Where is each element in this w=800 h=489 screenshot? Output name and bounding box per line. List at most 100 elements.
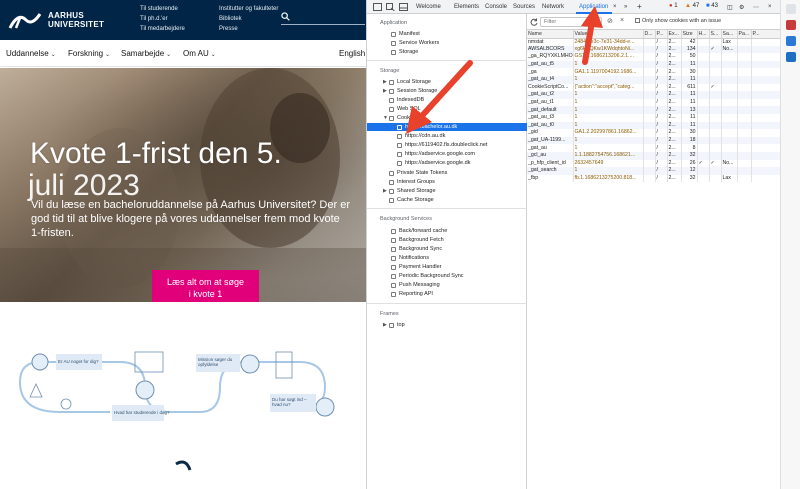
hero-cta-button[interactable]: Læs alt om at søge i kvote 1 xyxy=(152,270,259,302)
table-row[interactable]: _p_hfp_client_id 2632457649/2... 26 ✓ ✓ No... xyxy=(527,159,782,168)
tree-session-storage[interactable]: ▶ Session Storage xyxy=(383,87,437,95)
table-row[interactable]: _gat_au_t1 1 /2... 11 xyxy=(527,98,782,107)
shopping-icon[interactable] xyxy=(786,20,796,30)
outlook-icon[interactable] xyxy=(786,36,796,46)
tree-cookie-site-bachelor[interactable]: https://bachelor.au.dk xyxy=(367,123,527,131)
only-issue-checkbox[interactable]: Only show cookies with an issue xyxy=(635,18,721,24)
close-devtools-icon[interactable]: × xyxy=(768,4,772,10)
table-row[interactable]: _ga GA1.1.1197004192.1686... /2... 30 xyxy=(527,68,782,76)
column-header[interactable]: Pa... xyxy=(737,30,752,39)
column-header[interactable]: D... xyxy=(643,30,656,39)
more-tabs-icon[interactable]: » xyxy=(624,4,627,10)
table-row[interactable]: CookieScriptCo... {"action":"accept","cat… xyxy=(527,83,782,92)
tree-manifest[interactable]: Manifest xyxy=(391,30,420,38)
table-row[interactable]: _gid GA1.2.202997861.16862... /2... 30 xyxy=(527,129,782,137)
column-header[interactable]: Ex... xyxy=(667,30,682,39)
header-link-students[interactable]: Til studerende xyxy=(140,5,178,13)
nav-item-uddannelse[interactable]: Uddannelse ⌄ xyxy=(6,49,56,58)
logo-text[interactable]: AARHUS UNIVERSITET xyxy=(48,11,104,29)
tree-storage[interactable]: Storage xyxy=(391,48,418,56)
tree-cookie-site-doubleclick[interactable]: https://6119402.fls.doubleclick.net xyxy=(397,141,487,149)
tree-background-fetch[interactable]: Background Fetch xyxy=(391,236,444,244)
column-header[interactable]: Size xyxy=(681,30,698,39)
tree-payment-handler[interactable]: Payment Handler xyxy=(391,263,442,271)
tree-reporting-api[interactable]: Reporting API xyxy=(391,290,433,298)
table-row[interactable]: _fbp fb.1.1686213275200.818... /2... 32 Lax xyxy=(527,174,782,183)
tree-local-storage[interactable]: ▶ Local Storage xyxy=(383,78,431,86)
table-row[interactable]: _gat_search 1 /2... 12 xyxy=(527,167,782,175)
header-link-phd[interactable]: Til ph.d.'er xyxy=(140,15,168,23)
close-tab-icon[interactable]: × xyxy=(613,4,617,10)
column-header[interactable]: P... xyxy=(655,30,668,39)
table-row[interactable]: _gat_au_t2 1 /2... 11 xyxy=(527,91,782,99)
search-icon[interactable] xyxy=(786,4,796,14)
tree-interest-groups[interactable]: Interest Groups xyxy=(389,178,435,186)
au-logo-icon[interactable] xyxy=(6,8,46,32)
table-row[interactable]: _gat_default 1 /2... 13 xyxy=(527,106,782,114)
tab-console[interactable]: Console xyxy=(485,4,507,10)
tree-cookies[interactable]: ▼ Cookies xyxy=(383,114,417,122)
tree-private-state-tokens[interactable]: Private State Tokens xyxy=(389,169,447,177)
cookie-filter-input[interactable]: Filter xyxy=(540,17,602,27)
table-row[interactable]: _gat_au_t0 1 /2... 11 xyxy=(527,121,782,130)
column-header[interactable]: P... xyxy=(751,30,782,39)
tree-periodic-background-sync[interactable]: Periodic Background Sync xyxy=(391,272,464,280)
tree-push-messaging[interactable]: Push Messaging xyxy=(391,281,440,289)
table-cell: 2... xyxy=(667,167,682,175)
tree-cookie-site-cdn[interactable]: https://cdn.au.dk xyxy=(397,132,445,140)
feedback-icon[interactable]: ◫ xyxy=(727,4,733,11)
header-link-press[interactable]: Presse xyxy=(219,25,238,33)
column-header[interactable]: H... xyxy=(697,30,710,39)
tree-bfcache[interactable]: Back/forward cache xyxy=(391,227,447,235)
nav-item-forskning[interactable]: Forskning ⌄ xyxy=(68,49,110,58)
column-header[interactable]: Name xyxy=(527,30,574,39)
nav-item-samarbejde[interactable]: Samarbejde ⌄ xyxy=(121,49,171,58)
tree-indexeddb[interactable]: IndexedDB xyxy=(389,96,424,104)
column-header[interactable]: Sa... xyxy=(721,30,738,39)
tree-cache-storage[interactable]: Cache Storage xyxy=(389,196,434,204)
table-row[interactable]: _gcl_au 1.1.1882754756.168621... /2... 32 xyxy=(527,151,782,160)
column-header[interactable]: S... xyxy=(709,30,722,39)
tree-cookie-site-adservice-dk[interactable]: https://adservice.google.dk xyxy=(397,159,470,167)
gear-icon[interactable]: ⚙ xyxy=(739,4,744,11)
table-row[interactable]: _gat_au 1 /2... 8 xyxy=(527,144,782,152)
refresh-icon[interactable] xyxy=(530,18,538,26)
table-row[interactable]: AWSALBCORS xg6H3QKw1KWdqhtoNi... /2... 134 ✓… xyxy=(527,45,782,54)
header-link-library[interactable]: Bibliotek xyxy=(219,15,242,23)
tab-application[interactable]: Application xyxy=(579,4,608,10)
tree-notifications[interactable]: Notifications xyxy=(391,254,429,262)
delete-all-icon[interactable]: × xyxy=(620,17,624,24)
info-badge[interactable]: ■ 43 xyxy=(706,3,718,9)
tree-service-workers[interactable]: Service Workers xyxy=(391,39,439,47)
drawer-icon[interactable] xyxy=(399,3,408,11)
table-row[interactable]: _gat_UA-1199... 1 /2... 18 xyxy=(527,136,782,145)
tab-welcome[interactable]: Welcome xyxy=(416,4,441,10)
header-search-input[interactable] xyxy=(281,11,365,25)
header-link-staff[interactable]: Til medarbejdere xyxy=(140,25,185,33)
table-row[interactable]: _gat_au_t3 1 /2... 11 xyxy=(527,113,782,122)
tab-sources[interactable]: Sources xyxy=(513,4,535,10)
more-options-icon[interactable]: ⋯ xyxy=(753,4,759,11)
table-row[interactable]: _ga_RQYXKLMHO5 GS1.1.1686213206.2.1.... /2… xyxy=(527,53,782,61)
column-header[interactable]: Value xyxy=(573,30,644,39)
tree-shared-storage[interactable]: ▶ Shared Storage xyxy=(383,187,436,195)
nav-language-link[interactable]: English xyxy=(339,49,365,58)
inspect-icon[interactable] xyxy=(386,3,395,11)
header-link-institutes[interactable]: Institutter og fakulteter xyxy=(219,5,278,13)
tree-background-sync[interactable]: Background Sync xyxy=(391,245,442,253)
office-icon[interactable] xyxy=(786,52,796,62)
table-row[interactable]: nmstat 2484-4e3c-7e31-34dd-e... /2... 42 Lax xyxy=(527,38,782,46)
tab-elements[interactable]: Elements xyxy=(454,4,479,10)
clear-filtered-icon[interactable]: ⊘ xyxy=(607,17,613,25)
tree-web-sql[interactable]: Web SQL xyxy=(389,105,421,113)
device-toolbar-icon[interactable] xyxy=(373,3,382,11)
warning-badge[interactable]: ▲ 47 xyxy=(685,3,699,9)
tree-frame-top[interactable]: ▶ top xyxy=(383,321,405,329)
table-row[interactable]: _gat_au_t5 1 /2... 11 xyxy=(527,60,782,69)
table-row[interactable]: _gat_au_t4 1 /2... 11 xyxy=(527,75,782,84)
tab-network[interactable]: Network xyxy=(542,4,564,10)
add-tab-icon[interactable]: + xyxy=(637,2,642,11)
tree-cookie-site-adservice-com[interactable]: https://adservice.google.com xyxy=(397,150,475,158)
nav-item-om-au[interactable]: Om AU ⌄ xyxy=(183,49,216,58)
error-badge[interactable]: ● 1 xyxy=(669,3,678,9)
